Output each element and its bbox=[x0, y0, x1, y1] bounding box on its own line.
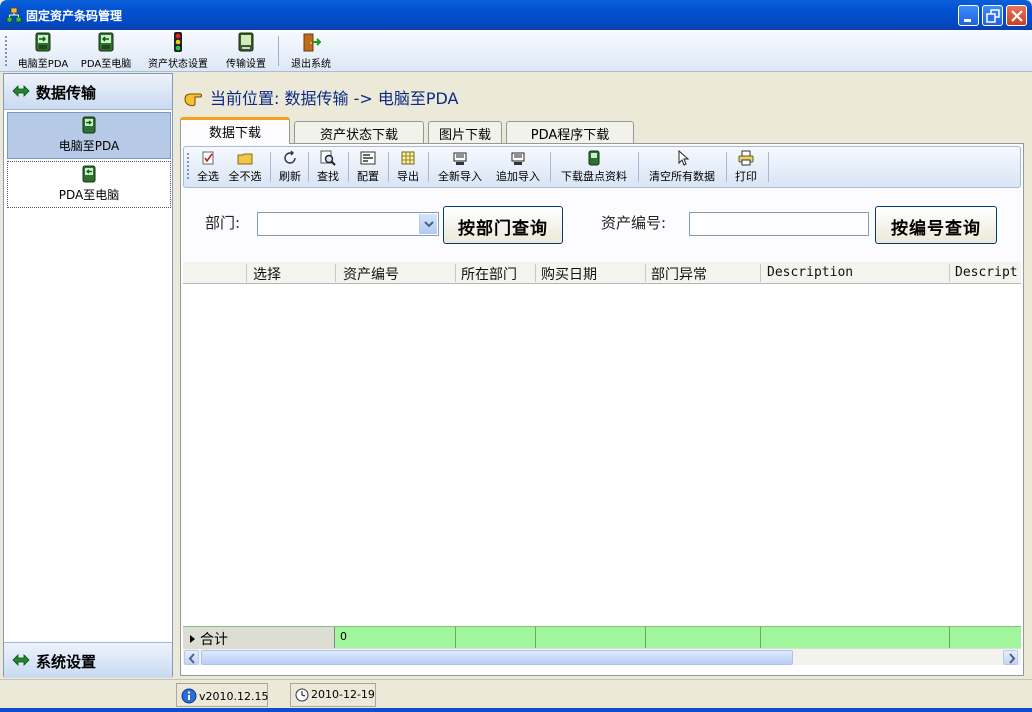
column-header-description[interactable]: Description bbox=[767, 265, 853, 280]
search-row: 部门: 按部门查询 资产编号: 按编号查询 bbox=[181, 200, 1021, 244]
scroll-thumb[interactable] bbox=[201, 650, 793, 665]
column-header-asset-no[interactable]: 资产编号 bbox=[343, 264, 399, 284]
grid-header: 选择 资产编号 所在部门 购买日期 部门异常 Description Descr… bbox=[183, 262, 1021, 284]
toolbar-grip[interactable] bbox=[5, 36, 7, 66]
window-bottom-border bbox=[0, 708, 1032, 712]
toolbar-exit-button[interactable]: 退出系统 bbox=[284, 32, 338, 70]
pda-device-icon bbox=[588, 150, 600, 166]
close-button[interactable] bbox=[1006, 5, 1027, 26]
action-toolbar: 全选 全不选 刷新 查找 配置 导出 全新导入 追加导入 下载盘点资料 清空所有… bbox=[183, 146, 1021, 188]
action-toolbar-grip[interactable] bbox=[187, 153, 189, 181]
chevron-left-icon bbox=[188, 653, 195, 664]
toolbar-pc-to-pda-button[interactable]: 电脑至PDA bbox=[14, 32, 72, 70]
chevron-down-icon bbox=[424, 221, 434, 228]
import-icon bbox=[511, 152, 525, 165]
select-all-button[interactable]: 全选 bbox=[194, 150, 222, 186]
info-icon bbox=[181, 688, 197, 704]
new-import-button[interactable]: 全新导入 bbox=[434, 150, 486, 186]
tab-data-download[interactable]: 数据下载 bbox=[180, 117, 290, 144]
dept-dropdown-button[interactable] bbox=[419, 214, 437, 234]
scroll-right-button[interactable] bbox=[1003, 650, 1018, 665]
import-icon bbox=[453, 152, 467, 165]
restore-button[interactable] bbox=[982, 5, 1003, 26]
download-inventory-button[interactable]: 下载盘点资料 bbox=[556, 150, 632, 186]
query-by-asset-no-button[interactable]: 按编号查询 bbox=[875, 206, 997, 244]
dept-select[interactable] bbox=[257, 212, 439, 236]
restore-icon bbox=[986, 9, 1000, 23]
pointing-hand-icon bbox=[184, 93, 202, 107]
horizontal-scrollbar[interactable] bbox=[183, 648, 1021, 665]
app-network-icon bbox=[6, 7, 22, 23]
status-bar: v2010.12.15 2010-12-19 bbox=[0, 679, 1032, 712]
toolbar-pda-to-pc-button[interactable]: PDA至电脑 bbox=[76, 32, 136, 70]
left-navigation: 数据传输 电脑至PDA PDA至电脑 系统设置 bbox=[3, 73, 173, 678]
refresh-button[interactable]: 刷新 bbox=[276, 150, 304, 186]
pda-device-icon bbox=[238, 32, 254, 52]
query-by-dept-button[interactable]: 按部门查询 bbox=[443, 206, 563, 244]
asset-grid: 选择 资产编号 所在部门 购买日期 部门异常 Description Descr… bbox=[183, 262, 1021, 674]
export-icon bbox=[401, 151, 415, 165]
main-toolbar: 电脑至PDA PDA至电脑 资产状态设置 传输设置 退出系统 bbox=[0, 30, 1032, 72]
pc-to-pda-icon bbox=[35, 32, 51, 52]
toolbar-asset-status-button[interactable]: 资产状态设置 bbox=[140, 32, 216, 70]
location-breadcrumb: 当前位置: 数据传输 -> 电脑至PDA bbox=[184, 85, 458, 109]
totals-count: 0 bbox=[340, 630, 347, 643]
close-icon bbox=[1011, 10, 1023, 22]
tab-panel: 全选 全不选 刷新 查找 配置 导出 全新导入 追加导入 下载盘点资料 清空所有… bbox=[180, 143, 1024, 676]
column-header-purchase-date[interactable]: 购买日期 bbox=[541, 264, 597, 284]
totals-label-cell: 合计 bbox=[183, 627, 335, 649]
print-button[interactable]: 打印 bbox=[732, 150, 760, 186]
column-header-department[interactable]: 所在部门 bbox=[461, 264, 517, 284]
toolbar-separator bbox=[278, 36, 279, 66]
asset-no-input[interactable] bbox=[689, 212, 869, 236]
tab-asset-status-download[interactable]: 资产状态下载 bbox=[294, 121, 424, 143]
exit-door-icon bbox=[303, 33, 321, 52]
cursor-icon bbox=[678, 150, 690, 166]
deselect-all-button[interactable]: 全不选 bbox=[226, 150, 264, 186]
window-title: 固定资产条码管理 bbox=[26, 9, 123, 23]
dept-label: 部门: bbox=[205, 214, 241, 232]
asset-no-label: 资产编号: bbox=[601, 214, 667, 232]
double-arrow-icon bbox=[12, 654, 30, 666]
minimize-icon bbox=[964, 19, 971, 22]
location-text: 当前位置: 数据传输 -> 电脑至PDA bbox=[210, 89, 459, 108]
append-import-button[interactable]: 追加导入 bbox=[492, 150, 544, 186]
find-button[interactable]: 查找 bbox=[314, 150, 342, 186]
totals-row: 合计 0 bbox=[183, 626, 1021, 649]
clock-icon bbox=[295, 688, 309, 702]
tab-pda-program-download[interactable]: PDA程序下载 bbox=[506, 121, 634, 143]
pda-to-pc-icon bbox=[98, 32, 114, 52]
sidebar-item-pda-to-pc[interactable]: PDA至电脑 bbox=[7, 161, 171, 208]
search-icon bbox=[320, 150, 336, 166]
nav-group-data-transfer[interactable]: 数据传输 bbox=[4, 74, 172, 110]
version-panel: v2010.12.15 bbox=[176, 683, 269, 707]
config-icon bbox=[360, 151, 376, 165]
minimize-button[interactable] bbox=[958, 5, 979, 26]
double-arrow-icon bbox=[12, 85, 30, 97]
refresh-icon bbox=[284, 150, 296, 164]
date-panel: 2010-12-19 bbox=[290, 683, 376, 707]
pc-to-pda-icon bbox=[82, 116, 96, 134]
clear-all-data-button[interactable]: 清空所有数据 bbox=[644, 150, 720, 186]
window-titlebar: 固定资产条码管理 bbox=[0, 0, 1032, 30]
folder-icon bbox=[237, 153, 253, 165]
row-pointer-icon bbox=[190, 635, 195, 643]
scroll-left-button[interactable] bbox=[184, 650, 199, 665]
export-button[interactable]: 导出 bbox=[394, 150, 422, 186]
nav-group-system-settings[interactable]: 系统设置 bbox=[4, 642, 172, 678]
column-header-dept-exception[interactable]: 部门异常 bbox=[651, 264, 707, 284]
pda-to-pc-icon bbox=[82, 165, 96, 183]
printer-icon bbox=[738, 150, 754, 166]
main-content: 当前位置: 数据传输 -> 电脑至PDA 数据下载 资产状态下载 图片下载 PD… bbox=[176, 73, 1028, 677]
tab-image-download[interactable]: 图片下载 bbox=[428, 121, 502, 143]
sidebar-item-pc-to-pda[interactable]: 电脑至PDA bbox=[7, 112, 171, 159]
chevron-right-icon bbox=[1009, 653, 1016, 664]
traffic-light-icon bbox=[174, 32, 182, 52]
column-header-description-2[interactable]: Descript bbox=[955, 265, 1018, 280]
column-header-select[interactable]: 选择 bbox=[253, 264, 281, 284]
config-button[interactable]: 配置 bbox=[354, 150, 382, 186]
select-all-icon bbox=[202, 151, 214, 165]
toolbar-transfer-settings-button[interactable]: 传输设置 bbox=[220, 32, 272, 70]
